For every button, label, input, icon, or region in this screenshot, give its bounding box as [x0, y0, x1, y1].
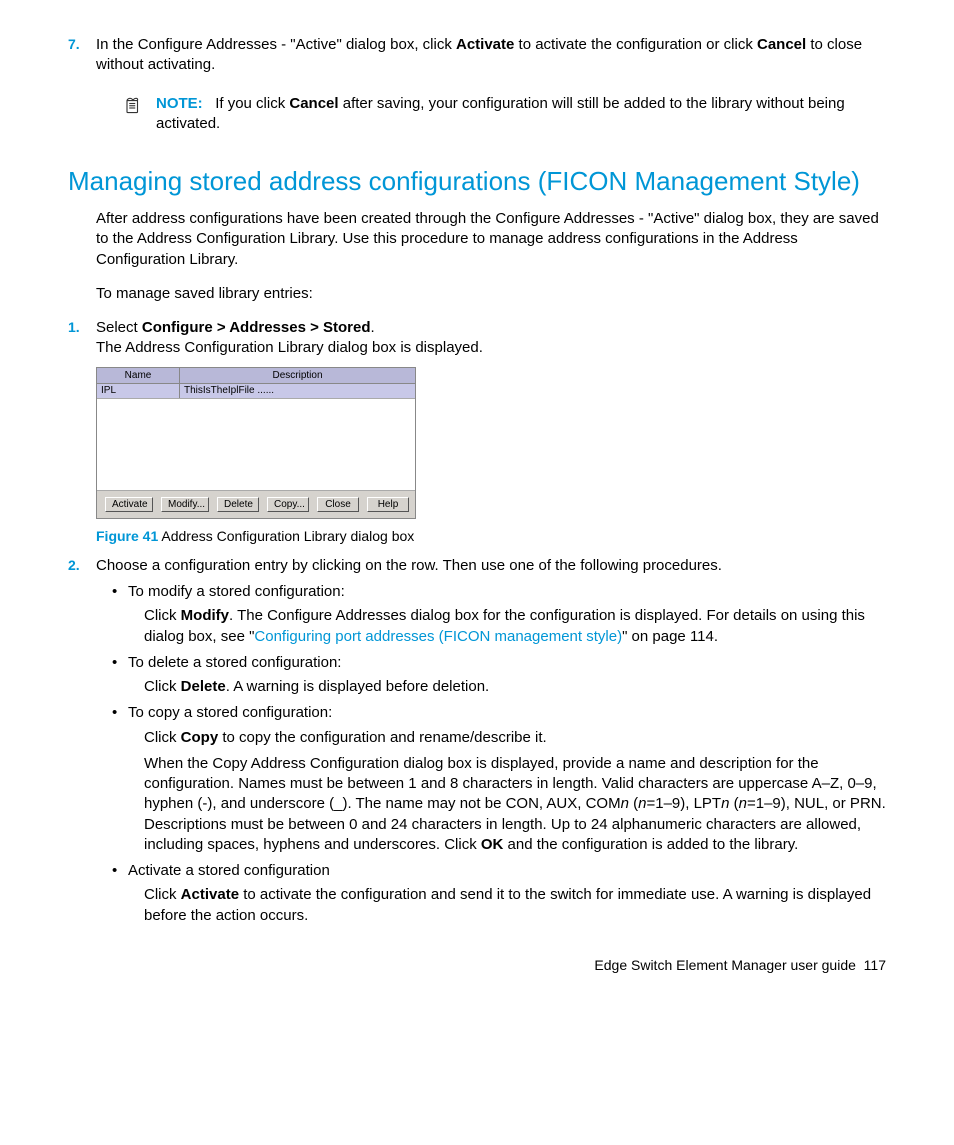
delete-button[interactable]: Delete — [217, 497, 259, 512]
help-button[interactable]: Help — [367, 497, 409, 512]
note-label: NOTE: — [156, 95, 203, 112]
bullet-delete-text: Click Delete. A warning is displayed bef… — [144, 677, 886, 697]
cell-description: ThisIsTheIplFile ...... — [180, 384, 415, 398]
section-heading: Managing stored address configurations (… — [68, 164, 886, 199]
modify-button[interactable]: Modify... — [161, 497, 209, 512]
page-footer: Edge Switch Element Manager user guide 1… — [68, 956, 886, 975]
bullet-copy: To copy a stored configuration: Click Co… — [112, 703, 886, 855]
cell-name: IPL — [97, 384, 180, 398]
bullet-modify-text: Click Modify. The Configure Addresses di… — [144, 606, 886, 647]
intro-paragraph-2: To manage saved library entries: — [96, 284, 886, 304]
intro-paragraph: After address configurations have been c… — [96, 209, 886, 270]
step-number: 2. — [68, 556, 80, 575]
dialog-box: Name Description IPL ThisIsTheIplFile ..… — [96, 367, 416, 520]
bullet-copy-text-2: When the Copy Address Configuration dial… — [144, 754, 886, 855]
table-row[interactable]: IPL ThisIsTheIplFile ...... — [97, 384, 415, 399]
activate-button[interactable]: Activate — [105, 497, 153, 512]
column-header-description[interactable]: Description — [180, 368, 415, 384]
bullet-activate: Activate a stored configuration Click Ac… — [112, 861, 886, 926]
figure-caption: Figure 41 Address Configuration Library … — [96, 527, 886, 546]
note-text: NOTE: If you click Cancel after saving, … — [156, 94, 886, 135]
bullet-activate-text: Click Activate to activate the configura… — [144, 885, 886, 926]
dialog-header: Name Description — [97, 368, 415, 385]
figure-label: Figure 41 — [96, 528, 158, 544]
footer-text: Edge Switch Element Manager user guide — [594, 957, 855, 973]
note-icon — [124, 96, 142, 120]
dialog-rows: IPL ThisIsTheIplFile ...... — [97, 384, 415, 490]
note-block: NOTE: If you click Cancel after saving, … — [124, 94, 886, 135]
column-header-name[interactable]: Name — [97, 368, 180, 384]
bullet-copy-text-1: Click Copy to copy the configuration and… — [144, 728, 886, 748]
page-number: 117 — [864, 957, 886, 973]
step-number: 7. — [68, 35, 80, 54]
step2-intro: Choose a configuration entry by clicking… — [96, 557, 722, 574]
step-number: 1. — [68, 318, 80, 337]
copy-button[interactable]: Copy... — [267, 497, 309, 512]
bullet-delete: To delete a stored configuration: Click … — [112, 653, 886, 698]
link-configuring-ports[interactable]: Configuring port addresses (FICON manage… — [254, 628, 622, 645]
dialog-button-bar: Activate Modify... Delete Copy... Close … — [97, 490, 415, 518]
step7-text: In the Configure Addresses - "Active" di… — [96, 36, 862, 73]
step1-line1: Select Configure > Addresses > Stored. — [96, 319, 375, 336]
bullet-modify: To modify a stored configuration: Click … — [112, 582, 886, 647]
close-button[interactable]: Close — [317, 497, 359, 512]
step-7: 7. In the Configure Addresses - "Active"… — [68, 35, 886, 134]
step1-line2: The Address Configuration Library dialog… — [96, 339, 483, 356]
step-2: 2. Choose a configuration entry by click… — [68, 556, 886, 926]
step-1: 1. Select Configure > Addresses > Stored… — [68, 318, 886, 546]
